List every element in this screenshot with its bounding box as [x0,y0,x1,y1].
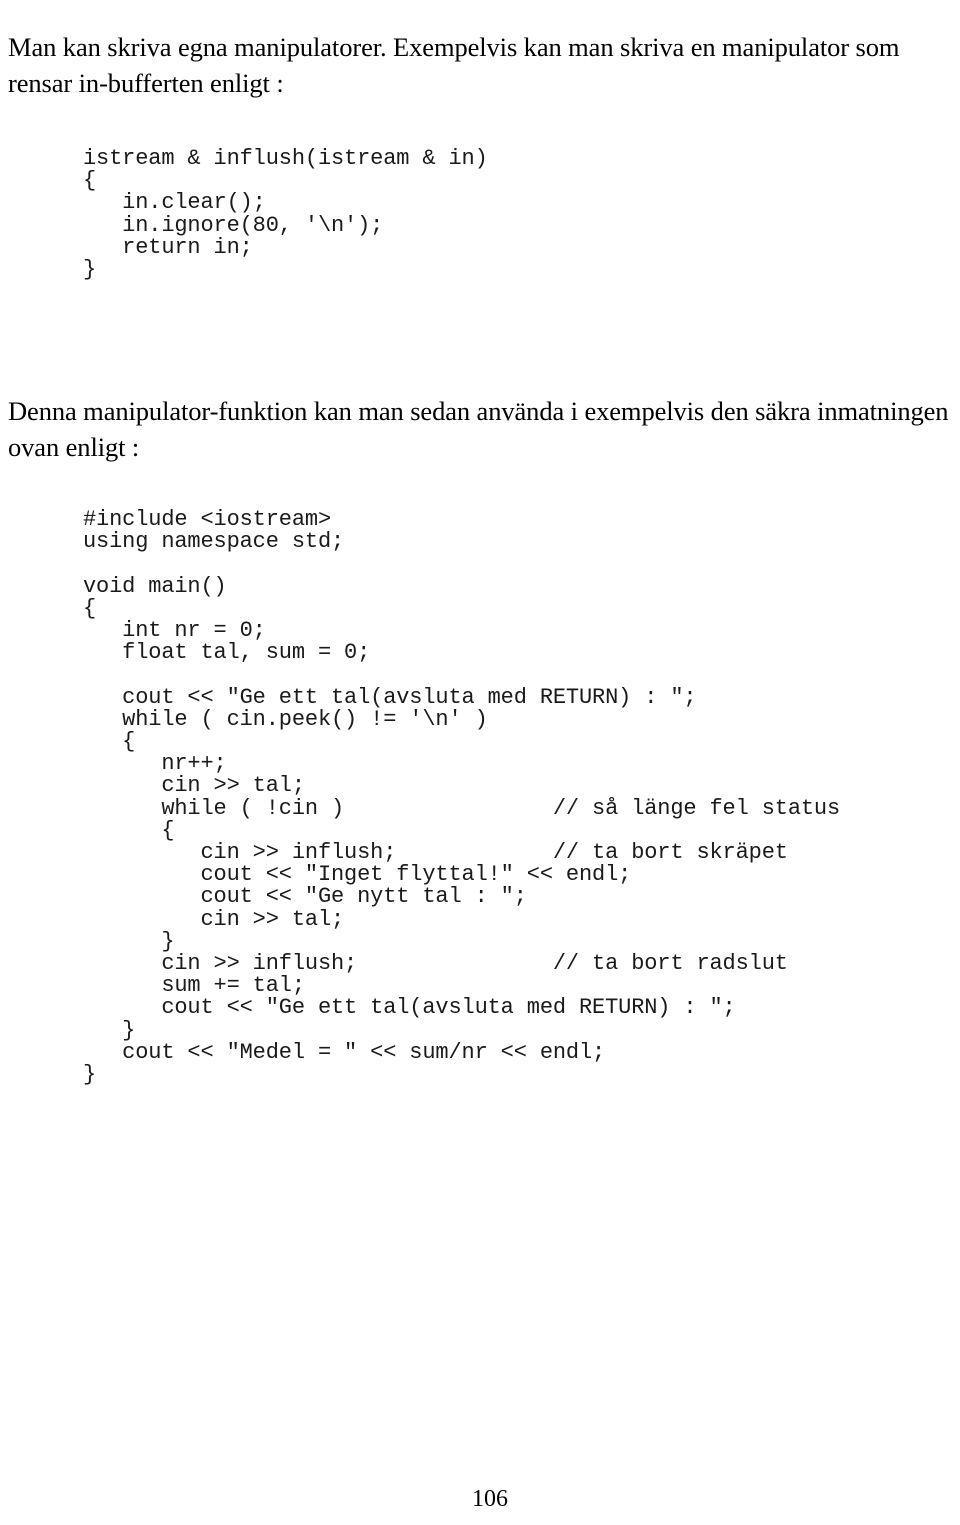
code-line: { [83,168,97,194]
code-line: while ( cin.peek() != '\n' ) [83,706,488,732]
code-line: in.ignore(80, '\n'); [83,212,384,238]
code-line: } [83,1017,136,1043]
code-line: nr++; [83,751,227,777]
code-line: #include <iostream> [83,507,331,532]
code-line: istream & inflush(istream & in) [83,146,488,171]
code-block-inflush: istream & inflush(istream & in){ in.clea… [0,146,960,283]
code-line: { [83,729,136,754]
code-line: return in; [83,234,253,260]
code-line: { [83,595,97,621]
page-number-value: 106 [472,1486,508,1512]
code-line: float tal, sum = 0; [83,640,371,666]
code-line: cout << "Ge nytt tal : "; [83,884,527,910]
code-line: void main() [83,573,227,599]
intro-paragraph: Man kan skriva egna manipulatorer. Exemp… [8,31,906,98]
code-line: cout << "Ge ett tal(avsluta med RETURN) … [83,995,736,1021]
code-line: sum += tal; [83,973,305,999]
page-number: 106 [0,1485,960,1513]
code-line: int nr = 0; [83,618,266,643]
code-block-main: #include <iostream> using namespace std; … [0,507,960,1088]
code-line: cout << "Ge ett tal(avsluta med RETURN) … [83,684,697,710]
code-line: cin >> tal; [83,906,345,932]
code-line: { [83,817,175,843]
document-page: Man kan skriva egna manipulatorer. Exemp… [0,0,960,1525]
code-line: } [83,257,97,283]
code-line: cout << "Medel = " << sum/nr << endl; [83,1039,606,1065]
usage-paragraph: Denna manipulator-funktion kan man sedan… [8,395,955,462]
code-line: cin >> inflush; // ta bort radslut [83,951,788,977]
code-line: cin >> inflush; // ta bort skräpet [83,840,788,866]
code-line: cin >> tal; [83,773,305,799]
code-line: in.clear(); [83,190,266,216]
code-line: } [83,1062,97,1088]
code-line: } [83,928,175,954]
code-line: using namespace std; [83,529,345,555]
code-line: while ( !cin ) // så länge fel status [83,795,841,821]
code-line: cout << "Inget flyttal!" << endl; [83,862,632,888]
